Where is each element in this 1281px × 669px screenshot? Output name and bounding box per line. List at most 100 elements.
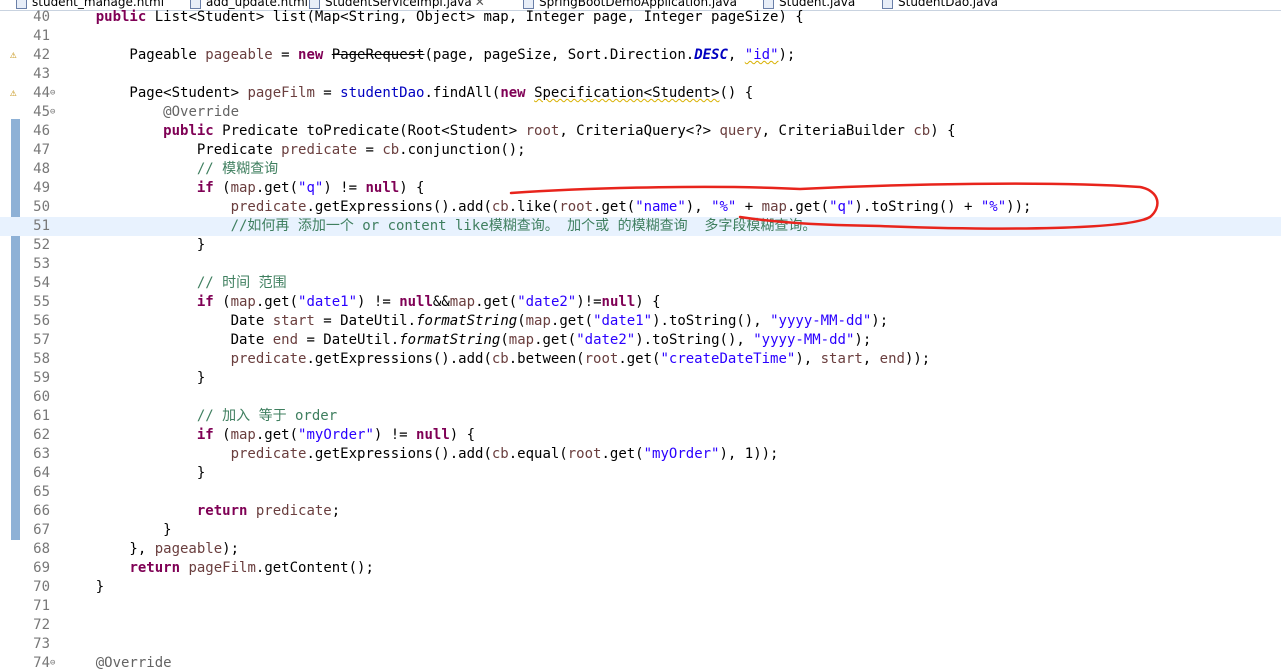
code-text: predicate.getExpressions().add(cb.like(r… [230, 199, 1032, 215]
code-text: } [62, 522, 172, 538]
line-number: 67 [33, 522, 50, 538]
warning-icon[interactable]: ⚠ [10, 48, 17, 62]
line-number: 58 [33, 351, 50, 367]
line-number: 64 [33, 465, 50, 481]
code-line-69[interactable]: 69 return pageFilm.getContent(); [0, 559, 1281, 578]
line-number: 45 [33, 104, 50, 120]
line-number: 52 [33, 237, 50, 253]
line-number: 47 [33, 142, 50, 158]
line-number: 40 [33, 9, 50, 25]
code-text: } [62, 370, 206, 386]
code-text: }, pageable); [62, 541, 240, 557]
line-number: 59 [33, 370, 50, 386]
line-number: 70 [33, 579, 50, 595]
code-text: predicate.getExpressions().add(cb.equal(… [230, 446, 779, 462]
line-number: 73 [33, 636, 50, 652]
code-text: } [62, 579, 105, 595]
line-number: 49 [33, 180, 50, 196]
code-line-54[interactable]: 54 // 时间 范围 [0, 274, 1281, 293]
code-line-70[interactable]: 70 } [0, 578, 1281, 597]
code-text: predicate.getExpressions().add(cb.betwee… [230, 351, 931, 367]
code-line-43[interactable]: 43 [0, 65, 1281, 84]
line-number: 62 [33, 427, 50, 443]
code-line-64[interactable]: 64 } [0, 464, 1281, 483]
code-line-56[interactable]: 56 Date start = DateUtil.formatString(ma… [0, 312, 1281, 331]
line-number: 41 [33, 28, 50, 44]
code-text: Date start = DateUtil.formatString(map.g… [62, 313, 889, 329]
collapse-icon[interactable]: ⊖ [50, 88, 55, 98]
line-number: 53 [33, 256, 50, 272]
code-line-41[interactable]: 41 [0, 27, 1281, 46]
code-line-49[interactable]: 49 if (map.get("q") != null) { [0, 179, 1281, 198]
line-number: 61 [33, 408, 50, 424]
code-line-61[interactable]: 61 // 加入 等于 order [0, 407, 1281, 426]
code-text: return pageFilm.getContent(); [129, 560, 374, 576]
code-line-40[interactable]: 40 public List<Student> list(Map<String,… [0, 8, 1281, 27]
code-line-68[interactable]: 68 }, pageable); [0, 540, 1281, 559]
code-line-50[interactable]: 50 predicate.getExpressions().add(cb.lik… [0, 198, 1281, 217]
code-line-59[interactable]: 59 } [0, 369, 1281, 388]
line-number: 42 [33, 47, 50, 63]
code-line-45[interactable]: 45 ⊖ @Override [0, 103, 1281, 122]
line-number: 50 [33, 199, 50, 215]
line-number: 55 [33, 294, 50, 310]
line-number: 60 [33, 389, 50, 405]
line-number: 56 [33, 313, 50, 329]
line-number: 68 [33, 541, 50, 557]
code-text: public List<Student> list(Map<String, Ob… [95, 9, 804, 25]
code-text: // 模糊查询 [196, 161, 279, 177]
code-text: Pageable pageable = new PageRequest(page… [62, 47, 796, 63]
line-number: 46 [33, 123, 50, 139]
code-line-63[interactable]: 63 predicate.getExpressions().add(cb.equ… [0, 445, 1281, 464]
code-line-71[interactable]: 71 [0, 597, 1281, 616]
code-editor[interactable]: 40 public List<Student> list(Map<String,… [0, 8, 1281, 669]
collapse-icon[interactable]: ⊖ [50, 107, 55, 117]
code-line-53[interactable]: 53 [0, 255, 1281, 274]
line-number: 43 [33, 66, 50, 82]
line-number: 51 [33, 218, 50, 234]
code-text: // 时间 范围 [196, 275, 287, 291]
code-line-62[interactable]: 62 if (map.get("myOrder") != null) { [0, 426, 1281, 445]
line-number: 69 [33, 560, 50, 576]
collapse-icon[interactable]: ⊖ [50, 658, 55, 668]
code-text: Predicate predicate = cb.conjunction(); [62, 142, 526, 158]
code-line-67[interactable]: 67 } [0, 521, 1281, 540]
code-text: } [62, 237, 206, 253]
code-text: } [62, 465, 206, 481]
code-text: if (map.get("q") != null) { [196, 180, 425, 196]
line-number: 44 [33, 85, 50, 101]
code-line-55[interactable]: 55 if (map.get("date1") != null&&map.get… [0, 293, 1281, 312]
line-number: 71 [33, 598, 50, 614]
line-number: 72 [33, 617, 50, 633]
code-text: //如何再 添加一个 or content like模糊查询。 加个或 的模糊查… [230, 218, 817, 234]
code-line-47[interactable]: 47 Predicate predicate = cb.conjunction(… [0, 141, 1281, 160]
line-number: 66 [33, 503, 50, 519]
code-line-46[interactable]: 46 public Predicate toPredicate(Root<Stu… [0, 122, 1281, 141]
code-text: if (map.get("myOrder") != null) { [196, 427, 476, 443]
code-line-42[interactable]: ⚠ 42 Pageable pageable = new PageRequest(… [0, 46, 1281, 65]
code-text: Page<Student> pageFilm = studentDao.find… [62, 85, 754, 101]
code-line-74[interactable]: 74 ⊖ @Override [0, 654, 1281, 669]
code-text: public Predicate toPredicate(Root<Studen… [163, 123, 956, 139]
code-line-57[interactable]: 57 Date end = DateUtil.formatString(map.… [0, 331, 1281, 350]
code-line-60[interactable]: 60 [0, 388, 1281, 407]
line-number: 48 [33, 161, 50, 177]
code-line-58[interactable]: 58 predicate.getExpressions().add(cb.bet… [0, 350, 1281, 369]
line-number: 57 [33, 332, 50, 348]
warning-icon[interactable]: ⚠ [10, 86, 17, 100]
code-line-72[interactable]: 72 [0, 616, 1281, 635]
code-line-48[interactable]: 48 // 模糊查询 [0, 160, 1281, 179]
code-text: @Override [163, 104, 240, 120]
code-line-73[interactable]: 73 [0, 635, 1281, 654]
code-line-66[interactable]: 66 return predicate; [0, 502, 1281, 521]
code-line-51[interactable]: 51 //如何再 添加一个 or content like模糊查询。 加个或 的… [0, 217, 1281, 236]
code-text: return predicate; [196, 503, 341, 519]
code-line-65[interactable]: 65 [0, 483, 1281, 502]
line-number: 63 [33, 446, 50, 462]
code-line-44[interactable]: ⚠ 44 ⊖ Page<Student> pageFilm = studentDao… [0, 84, 1281, 103]
line-number: 74 [33, 655, 50, 669]
code-text: Date end = DateUtil.formatString(map.get… [62, 332, 872, 348]
line-number: 65 [33, 484, 50, 500]
code-line-52[interactable]: 52 } [0, 236, 1281, 255]
line-number: 54 [33, 275, 50, 291]
